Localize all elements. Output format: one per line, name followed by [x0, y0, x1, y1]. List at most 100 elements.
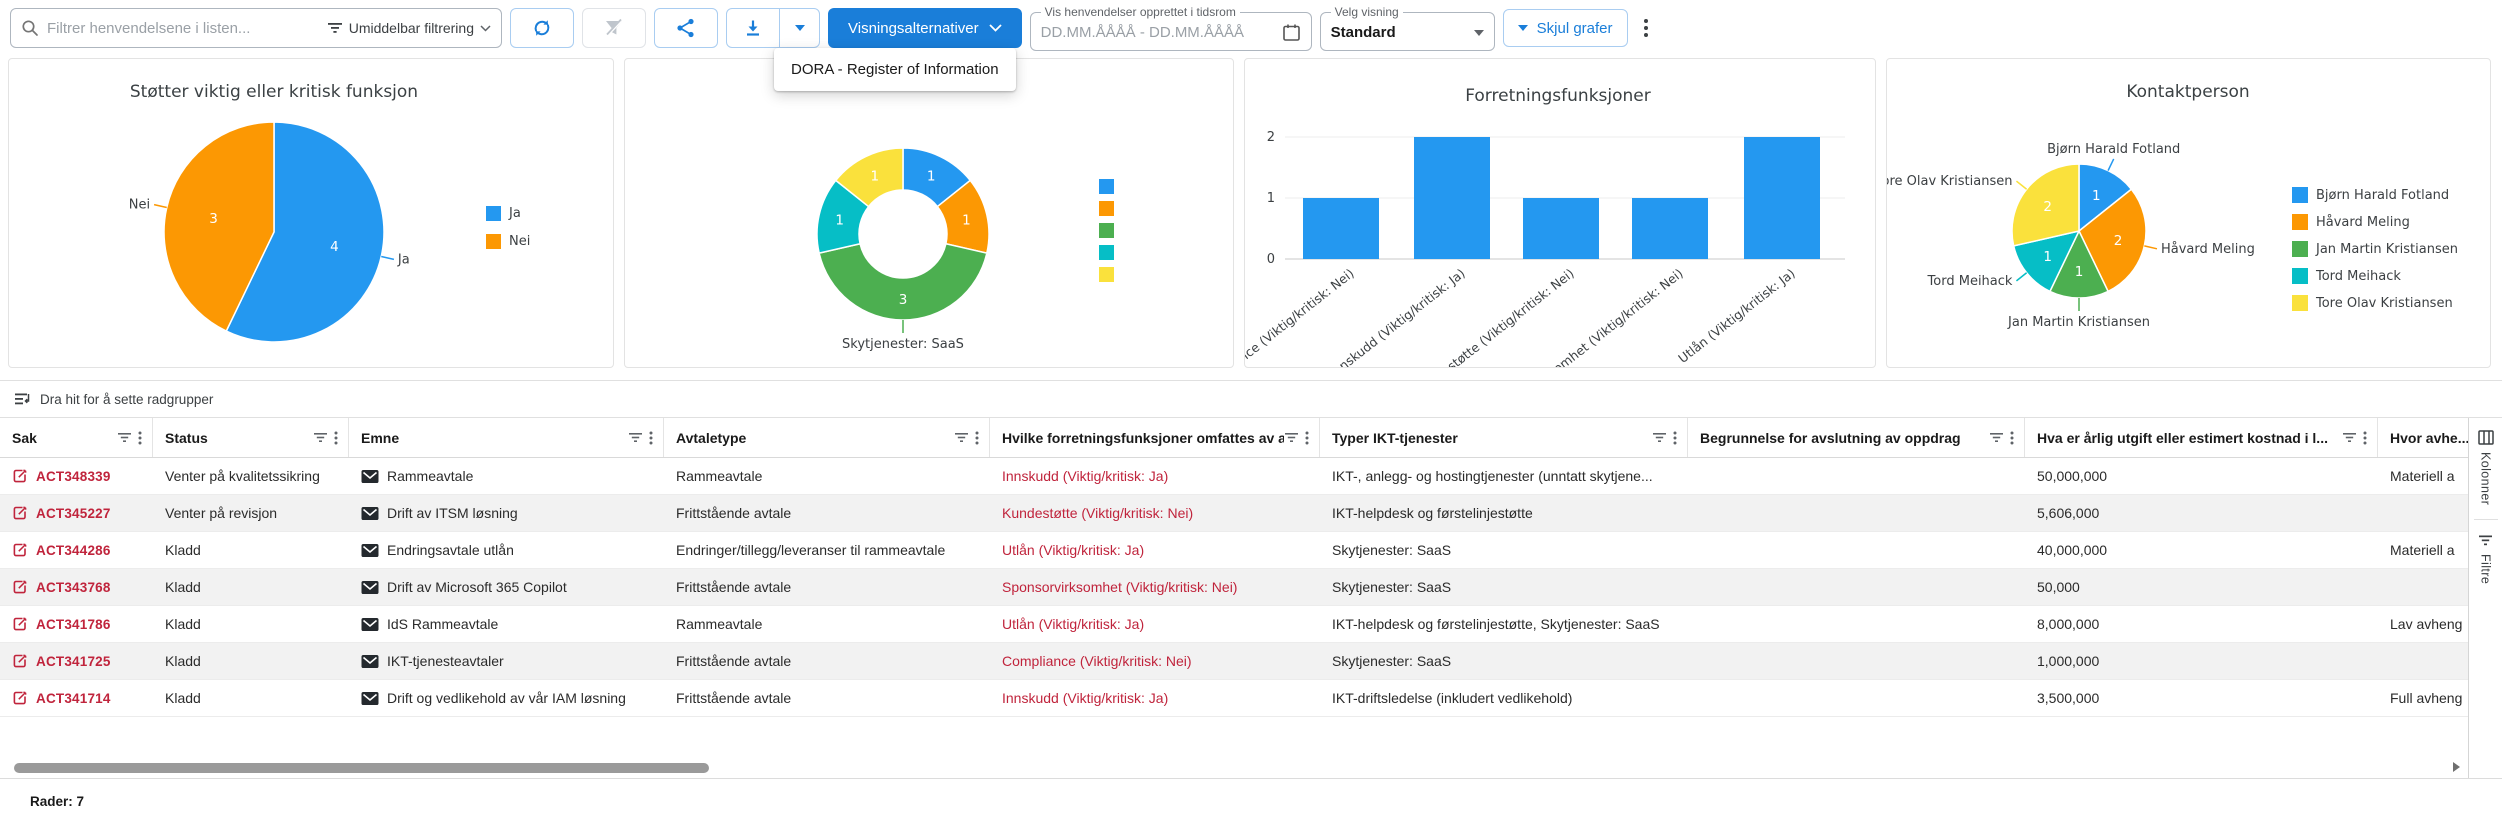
legend-label: Håvard Meling: [2316, 215, 2410, 230]
horizontal-scrollbar-thumb[interactable]: [14, 763, 709, 773]
table-row[interactable]: ACT341714KladdDrift og vedlikehold av vå…: [0, 680, 2468, 717]
open-record-icon[interactable]: [12, 579, 28, 595]
column-header-2[interactable]: Status: [153, 418, 349, 457]
sak-link[interactable]: ACT341725: [36, 654, 111, 669]
column-filter-icon[interactable]: [1989, 431, 2004, 444]
download-options-button[interactable]: [779, 9, 819, 47]
open-record-icon[interactable]: [12, 468, 28, 484]
open-record-icon[interactable]: [12, 505, 28, 521]
cell-status: Kladd: [153, 690, 349, 706]
svg-text:Støtter viktig eller kritisk f: Støtter viktig eller kritisk funksjon: [130, 82, 418, 102]
legend-item[interactable]: Ja: [486, 206, 530, 221]
table-row[interactable]: ACT343768KladdDrift av Microsoft 365 Cop…: [0, 569, 2468, 606]
legend-item[interactable]: [1099, 179, 1114, 194]
column-filter-icon[interactable]: [117, 431, 132, 444]
filter-lines-icon: [2478, 534, 2493, 547]
table-row[interactable]: ACT348339Venter på kvalitetssikringRamme…: [0, 458, 2468, 495]
filter-mode-dropdown[interactable]: Umiddelbar filtrering: [327, 20, 491, 36]
column-header-6[interactable]: Typer IKT-tjenester: [1320, 418, 1688, 457]
refresh-button[interactable]: [510, 8, 574, 48]
column-menu-icon[interactable]: [2006, 430, 2018, 446]
column-filter-icon[interactable]: [1652, 431, 1667, 444]
legend-item[interactable]: Tord Meihack: [2292, 268, 2458, 284]
column-header-4[interactable]: Avtaletype: [664, 418, 990, 457]
column-filter-icon[interactable]: [313, 431, 328, 444]
envelope-icon: [361, 543, 379, 558]
download-button[interactable]: [727, 9, 779, 47]
table-row[interactable]: ACT345227Venter på revisjonDrift av ITSM…: [0, 495, 2468, 532]
cell-sak: ACT341786: [0, 616, 153, 632]
legend-item[interactable]: [1099, 245, 1114, 260]
cell-funksjoner: Innskudd (Viktig/kritisk: Ja): [990, 468, 1320, 484]
cell-tjenester: Skytjenester: SaaS: [1320, 653, 1688, 669]
cell-funksjoner: Innskudd (Viktig/kritisk: Ja): [990, 690, 1320, 706]
cell-avhengighet: Materiell a: [2378, 542, 2468, 558]
column-menu-icon[interactable]: [645, 430, 657, 446]
column-filter-icon[interactable]: [1284, 431, 1299, 444]
row-group-hint: Dra hit for å sette radgrupper: [40, 392, 213, 407]
column-menu-icon[interactable]: [330, 430, 342, 446]
calendar-icon[interactable]: [1282, 23, 1301, 42]
column-filter-icon[interactable]: [628, 431, 643, 444]
column-header-5[interactable]: Hvilke forretningsfunksjoner omfattes av…: [990, 418, 1320, 457]
column-header-label: Status: [165, 430, 313, 446]
column-filter-icon[interactable]: [2342, 431, 2357, 444]
legend-item[interactable]: Håvard Meling: [2292, 214, 2458, 230]
legend-item[interactable]: Bjørn Harald Fotland: [2292, 187, 2458, 203]
legend-item[interactable]: [1099, 267, 1114, 282]
columns-icon: [2478, 430, 2494, 445]
table-row[interactable]: ACT341786KladdIdS RammeavtaleRammeavtale…: [0, 606, 2468, 643]
column-header-7[interactable]: Begrunnelse for avslutning av oppdrag: [1688, 418, 2025, 457]
sak-link[interactable]: ACT341786: [36, 617, 111, 632]
column-menu-icon[interactable]: [1301, 430, 1313, 446]
scroll-right-arrow[interactable]: [2453, 762, 2460, 772]
column-header-8[interactable]: Hva er årlig utgift eller estimert kostn…: [2025, 418, 2378, 457]
row-count: Rader: 7: [30, 794, 84, 809]
column-header-9[interactable]: Hvor avhe...: [2378, 418, 2468, 457]
open-record-icon[interactable]: [12, 542, 28, 558]
column-menu-icon[interactable]: [971, 430, 983, 446]
legend-item[interactable]: [1099, 201, 1114, 216]
search-box[interactable]: Umiddelbar filtrering: [10, 8, 502, 48]
view-select-field[interactable]: Velg visning Standard: [1320, 7, 1495, 51]
sak-link[interactable]: ACT341714: [36, 691, 111, 706]
open-record-icon[interactable]: [12, 690, 28, 706]
tab-kolonner[interactable]: Kolonner: [2478, 430, 2494, 505]
table-row[interactable]: ACT344286KladdEndringsavtale utlånEndrin…: [0, 532, 2468, 569]
envelope-icon: [361, 469, 379, 484]
column-menu-icon[interactable]: [134, 430, 146, 446]
cell-avtaletype: Frittstående avtale: [664, 579, 990, 595]
column-menu-icon[interactable]: [2359, 430, 2371, 446]
sak-link[interactable]: ACT343768: [36, 580, 111, 595]
view-options-button[interactable]: Visningsalternativer: [828, 8, 1022, 48]
share-button[interactable]: [654, 8, 718, 48]
table-row[interactable]: ACT341725KladdIKT-tjenesteavtalerFrittst…: [0, 643, 2468, 680]
tab-filtre[interactable]: Filtre: [2478, 534, 2493, 584]
svg-text:1: 1: [2043, 249, 2052, 265]
legend-item[interactable]: Nei: [486, 234, 530, 249]
sak-link[interactable]: ACT345227: [36, 506, 111, 521]
more-options-button[interactable]: [1636, 15, 1656, 41]
cell-funksjoner: Kundestøtte (Viktig/kritisk: Nei): [990, 505, 1320, 521]
column-header-1[interactable]: Sak: [0, 418, 153, 457]
svg-text:0: 0: [1267, 252, 1275, 267]
column-menu-icon[interactable]: [1669, 430, 1681, 446]
date-range-field[interactable]: Vis henvendelser opprettet i tidsrom DD.…: [1030, 7, 1312, 51]
legend-item[interactable]: Tore Olav Kristiansen: [2292, 295, 2458, 311]
search-input[interactable]: [47, 20, 319, 37]
open-record-icon[interactable]: [12, 653, 28, 669]
sak-link[interactable]: ACT344286: [36, 543, 111, 558]
emne-text: IKT-tjenesteavtaler: [387, 653, 504, 669]
column-header-3[interactable]: Emne: [349, 418, 664, 457]
column-filter-icon[interactable]: [954, 431, 969, 444]
cell-tjenester: IKT-driftsledelse (inkludert vedlikehold…: [1320, 690, 1688, 706]
row-group-dropzone[interactable]: Dra hit for å sette radgrupper: [0, 380, 2502, 418]
hide-charts-button[interactable]: Skjul grafer: [1503, 9, 1628, 47]
legend-item[interactable]: Jan Martin Kristiansen: [2292, 241, 2458, 257]
bar-category-label: Utlån (Viktig/kritisk: Ja): [1675, 266, 1798, 366]
sak-link[interactable]: ACT348339: [36, 469, 111, 484]
open-record-icon[interactable]: [12, 616, 28, 632]
date-range-placeholder[interactable]: DD.MM.ÅÅÅÅ - DD.MM.ÅÅÅÅ: [1041, 24, 1244, 41]
dropdown-menu-item-dora[interactable]: DORA - Register of Information: [774, 48, 1016, 91]
legend-item[interactable]: [1099, 223, 1114, 238]
